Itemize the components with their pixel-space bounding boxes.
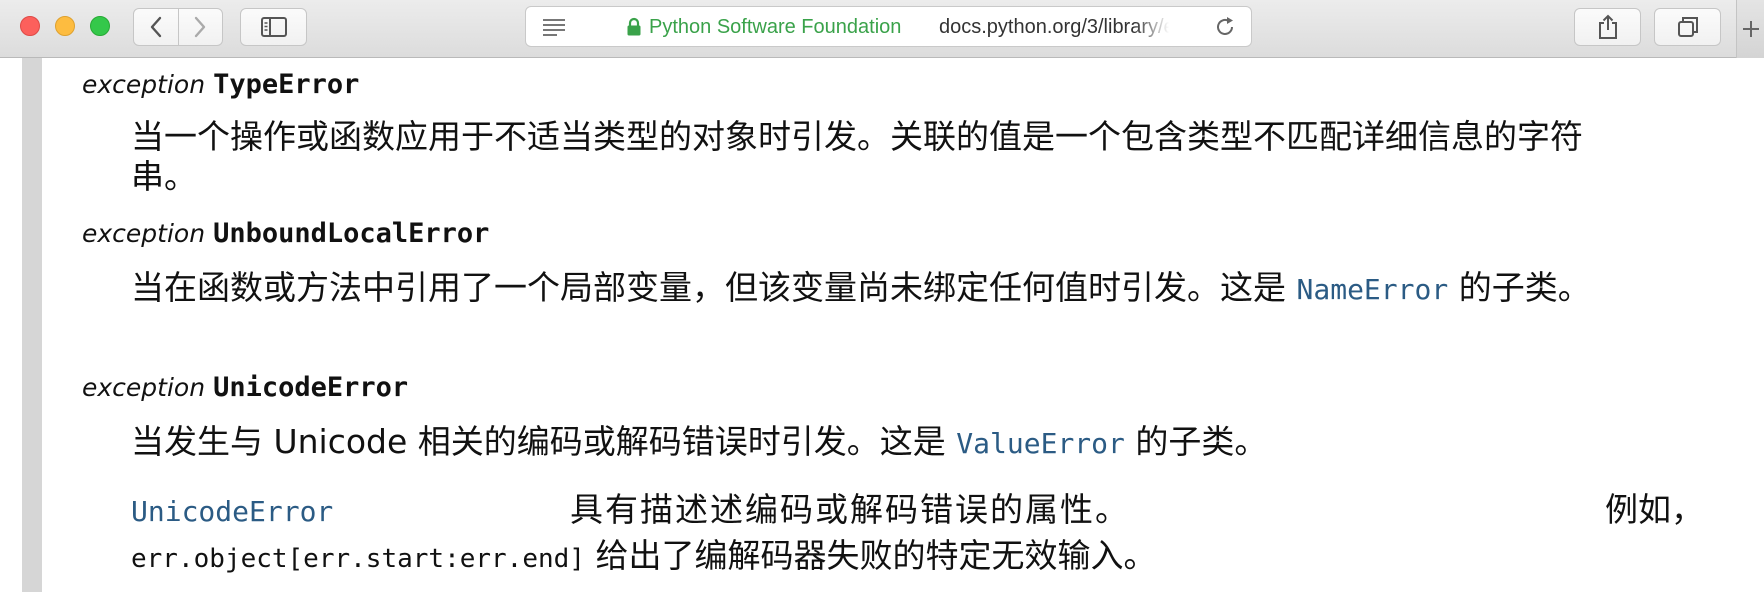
- reader-view-icon[interactable]: [541, 17, 567, 37]
- site-organization-name: Python Software Foundation: [649, 16, 902, 38]
- forward-button[interactable]: [177, 9, 223, 45]
- sidebar-icon: [260, 17, 287, 37]
- exception-keyword: exception: [82, 373, 206, 402]
- page-sidebar-edge: [22, 58, 42, 592]
- description-text: 的子类。: [1448, 268, 1591, 307]
- reload-icon[interactable]: [1214, 16, 1236, 38]
- back-button[interactable]: [134, 9, 178, 45]
- zoom-window-button[interactable]: [90, 16, 110, 36]
- exception-keyword: exception: [82, 70, 206, 99]
- chevron-left-icon: [150, 16, 161, 38]
- chevron-right-icon: [195, 16, 206, 38]
- lock-icon: [627, 17, 641, 36]
- plus-icon: [1743, 21, 1759, 37]
- minimize-window-button[interactable]: [55, 16, 75, 36]
- navigation-buttons: [133, 8, 223, 46]
- share-icon: [1598, 14, 1617, 39]
- show-tabs-button[interactable]: [1654, 8, 1721, 46]
- example-line: err.object[err.start:err.end] 给出了编解码器失败的…: [131, 536, 1156, 579]
- attribute-description-text: 具有描述述编码或解码错误的属性。: [570, 490, 1130, 529]
- browser-toolbar: Python Software Foundation docs.python.o…: [0, 0, 1764, 58]
- exception-name: UnicodeError: [213, 372, 409, 403]
- exception-description-continued: 串。: [131, 157, 197, 196]
- sidebar-toggle-button[interactable]: [240, 8, 307, 46]
- close-window-button[interactable]: [20, 16, 40, 36]
- url-text[interactable]: docs.python.org/3/library/exceptions.htm…: [939, 16, 1169, 39]
- exception-description: 当发生与 Unicode 相关的编码或解码错误时引发。这是 ValueError…: [131, 422, 1267, 464]
- description-text: 当发生与 Unicode 相关的编码或解码错误时引发。这是: [131, 422, 957, 461]
- address-bar[interactable]: Python Software Foundation docs.python.o…: [525, 6, 1252, 47]
- exception-description: 当一个操作或函数应用于不适当类型的对象时引发。关联的值是一个包含类型不匹配详细信…: [131, 117, 1583, 156]
- browser-window: Python Software Foundation docs.python.o…: [0, 0, 1764, 592]
- page-content: exception TypeError 当一个操作或函数应用于不适当类型的对象时引…: [0, 58, 1764, 592]
- new-tab-button[interactable]: [1736, 0, 1764, 58]
- exception-signature-typeerror: exception TypeError: [82, 69, 359, 100]
- exception-description: 当在函数或方法中引用了一个局部变量，但该变量尚未绑定任何值时引发。这是 Name…: [131, 268, 1591, 310]
- exception-keyword: exception: [82, 219, 206, 248]
- unicodeerror-link[interactable]: UnicodeError: [131, 495, 333, 528]
- tabs-overview-icon: [1677, 17, 1698, 37]
- example-intro-text: 例如，: [1605, 490, 1704, 529]
- valueerror-link[interactable]: ValueError: [956, 427, 1125, 460]
- code-expression: err.object[err.start:err.end]: [131, 544, 585, 574]
- example-explanation-text: 给出了编解码器失败的特定无效输入。: [595, 536, 1157, 575]
- exception-name: TypeError: [213, 69, 360, 100]
- unicodeerror-code-ref-line: UnicodeError: [131, 490, 333, 532]
- exception-signature-unicodeerror: exception UnicodeError: [82, 372, 408, 403]
- share-button[interactable]: [1574, 8, 1641, 46]
- nameerror-link[interactable]: NameError: [1297, 273, 1449, 306]
- exception-name: UnboundLocalError: [213, 218, 490, 249]
- description-text: 的子类。: [1124, 422, 1268, 461]
- description-text: 当在函数或方法中引用了一个局部变量，但该变量尚未绑定任何值时引发。这是: [131, 268, 1297, 307]
- exception-signature-unboundlocalerror: exception UnboundLocalError: [82, 218, 489, 249]
